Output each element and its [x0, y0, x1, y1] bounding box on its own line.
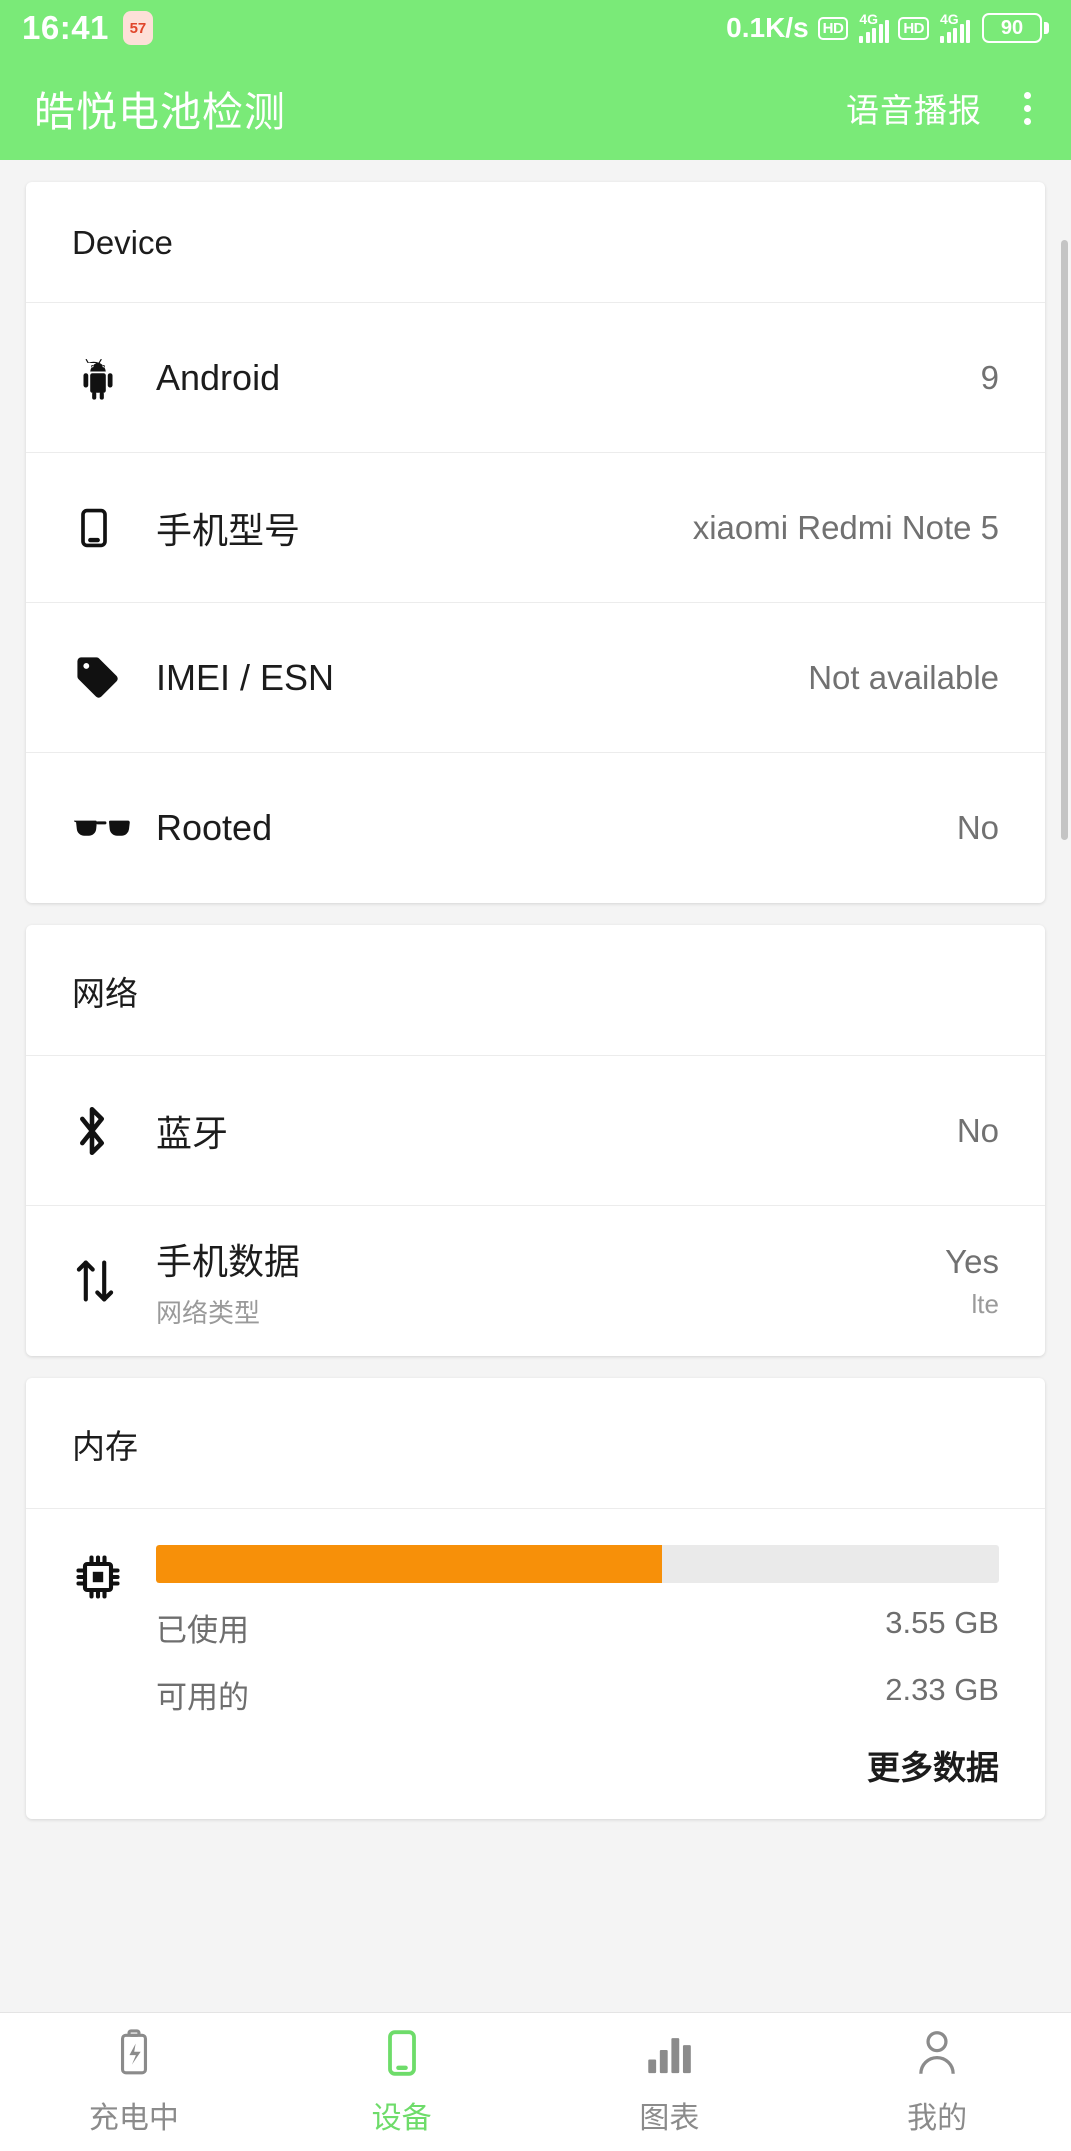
status-time: 16:41: [22, 9, 109, 46]
nav-item-device[interactable]: 设备: [268, 2027, 536, 2137]
row-label: 手机数据: [156, 1240, 301, 1282]
row-value: Yes: [945, 1242, 999, 1280]
row-sub-label: 网络类型: [156, 1297, 261, 1328]
device-card: Device Android 9 手机型号 xiaomi Redmi Note …: [26, 182, 1045, 903]
memory-free-line: 可用的 2.33 GB: [156, 1672, 999, 1717]
nav-label: 设备: [371, 2102, 432, 2135]
signal-icon-sim2: 4G: [938, 11, 970, 43]
network-card-title: 网络: [26, 925, 1045, 1056]
table-row[interactable]: 蓝牙 No: [26, 1056, 1045, 1206]
battery-level-text: 90: [982, 13, 1042, 43]
nav-item-charging[interactable]: 充电中: [0, 2027, 268, 2137]
row-value-group: Yes lte: [945, 1243, 999, 1320]
battery-tip: [1044, 22, 1049, 34]
memory-progress-fill: [156, 1545, 662, 1583]
nav-item-charts[interactable]: 图表: [536, 2027, 804, 2137]
phone-icon: [72, 500, 156, 556]
memory-used-label: 已使用: [156, 1613, 249, 1648]
network-card: 网络 蓝牙 No 手机数据 网络类型 Yes lte: [26, 925, 1045, 1356]
battery-icon: 90: [982, 13, 1049, 43]
app-title: 皓悦电池检测: [34, 89, 286, 135]
app-bar: 皓悦电池检测 语音播报: [0, 56, 1071, 160]
row-label: 手机型号: [156, 509, 301, 551]
cpu-chip-icon: [72, 1545, 156, 1608]
row-sub-value: lte: [971, 1288, 999, 1319]
battery-charging-icon: [117, 2027, 151, 2079]
network-type-sim1: 4G: [859, 11, 879, 27]
table-row[interactable]: Android 9: [26, 303, 1045, 453]
memory-progress-bar: [156, 1545, 999, 1583]
table-row[interactable]: IMEI / ESN Not available: [26, 603, 1045, 753]
status-bar: 16:41 57 0.1K/s HD 4G HD 4G 90: [0, 0, 1071, 56]
hd-icon-sim1: HD: [817, 16, 849, 40]
memory-usage-row: 已使用 3.55 GB 可用的 2.33 GB: [26, 1509, 1045, 1727]
nav-label: 充电中: [88, 2102, 179, 2135]
network-speed-text: 0.1K/s: [726, 12, 809, 43]
memory-card-title: 内存: [26, 1378, 1045, 1509]
device-card-title: Device: [26, 182, 1045, 303]
more-data-link[interactable]: 更多数据: [26, 1727, 1045, 1819]
memory-used-line: 已使用 3.55 GB: [156, 1605, 999, 1650]
memory-free-value: 2.33 GB: [885, 1672, 999, 1707]
memory-usage-body: 已使用 3.55 GB 可用的 2.33 GB: [156, 1545, 999, 1717]
row-value: No: [956, 1111, 999, 1149]
notification-app-icon: 57: [122, 11, 153, 45]
table-row[interactable]: 手机数据 网络类型 Yes lte: [26, 1206, 1045, 1356]
bottom-navigation: 充电中 设备 图表 我的: [0, 2012, 1071, 2151]
memory-used-value: 3.55 GB: [885, 1605, 999, 1640]
scroll-content[interactable]: Device Android 9 手机型号 xiaomi Redmi Note …: [0, 160, 1071, 2012]
more-vertical-icon[interactable]: [1024, 91, 1031, 125]
app-screen: 16:41 57 0.1K/s HD 4G HD 4G 90 皓悦电池检测 语音…: [0, 0, 1071, 2151]
nav-item-profile[interactable]: 我的: [803, 2027, 1071, 2137]
nav-label: 图表: [639, 2102, 700, 2135]
row-label: IMEI / ESN: [156, 656, 335, 698]
nav-label: 我的: [907, 2102, 968, 2135]
memory-card: 内存 已使用 3.55 GB 可用的 2.33 GB 更多数据: [26, 1378, 1045, 1819]
android-icon: [72, 350, 156, 406]
vertical-scrollbar[interactable]: [1061, 240, 1068, 840]
row-value: xiaomi Redmi Note 5: [692, 508, 999, 546]
network-type-sim2: 4G: [940, 11, 959, 27]
row-label-group: 手机数据 网络类型: [156, 1233, 300, 1330]
status-icons: 0.1K/s HD 4G HD 4G 90: [726, 11, 1049, 44]
row-value: Not available: [808, 658, 999, 696]
sunglasses-icon: [72, 811, 156, 845]
row-label: 蓝牙: [156, 1112, 229, 1154]
signal-icon-sim1: 4G: [857, 11, 890, 43]
hd-icon-sim2: HD: [898, 16, 929, 40]
tag-icon: [72, 652, 156, 704]
memory-free-label: 可用的: [156, 1680, 249, 1715]
table-row[interactable]: Rooted No: [26, 753, 1045, 903]
bar-chart-icon: [645, 2027, 693, 2079]
bluetooth-icon: [72, 1102, 156, 1160]
person-icon: [915, 2027, 959, 2079]
data-transfer-icon: [72, 1255, 156, 1307]
voice-broadcast-button[interactable]: 语音播报: [846, 84, 982, 132]
row-value: No: [956, 809, 999, 846]
phone-device-icon: [384, 2027, 420, 2079]
row-label: Rooted: [156, 807, 273, 848]
table-row[interactable]: 手机型号 xiaomi Redmi Note 5: [26, 453, 1045, 603]
row-label: Android: [156, 356, 281, 398]
row-value: 9: [980, 358, 999, 396]
